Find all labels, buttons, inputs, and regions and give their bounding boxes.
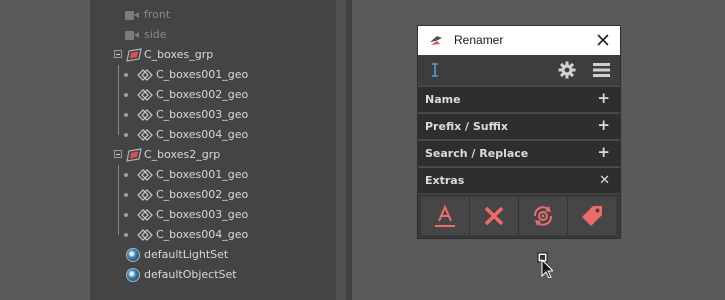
collapse-toggle-icon[interactable] (114, 50, 122, 58)
section-name[interactable]: Name + (418, 86, 620, 112)
plus-icon[interactable]: + (597, 118, 610, 133)
camera-label: front (144, 8, 171, 21)
window-titlebar[interactable]: Renamer (418, 26, 620, 55)
close-icon[interactable]: ✕ (599, 173, 610, 188)
outliner-row-set[interactable]: defaultLightSet (90, 245, 336, 265)
outliner-row-geo[interactable]: C_boxes004_geo (90, 225, 336, 245)
window-title: Renamer (454, 33, 504, 47)
tree-dot (124, 133, 128, 137)
section-label: Prefix / Suffix (425, 120, 508, 133)
tag-button[interactable] (568, 197, 616, 235)
outliner-row-geo[interactable]: C_boxes004_geo (90, 125, 336, 145)
outliner-row-camera-front[interactable]: front (90, 5, 336, 25)
section-label: Name (425, 93, 461, 106)
camera-icon (125, 11, 139, 20)
geo-label: C_boxes004_geo (156, 128, 249, 141)
section-extras[interactable]: Extras ✕ (418, 167, 620, 193)
renamer-logo-icon (430, 36, 442, 45)
outliner-row-geo[interactable]: C_boxes001_geo (90, 165, 336, 185)
mesh-icon (137, 229, 153, 241)
geo-label: C_boxes003_geo (156, 208, 249, 221)
outliner-row-set[interactable]: defaultObjectSet (90, 265, 336, 285)
tree-dot (124, 213, 128, 217)
group-label: C_boxes2_grp (144, 148, 221, 161)
set-label: defaultObjectSet (144, 268, 237, 281)
geo-label: C_boxes001_geo (156, 68, 249, 81)
transform-group-icon (126, 148, 142, 162)
delete-x-icon (484, 206, 504, 226)
section-label: Search / Replace (425, 147, 529, 160)
letter-case-button[interactable] (421, 197, 470, 235)
outliner-row-camera-side[interactable]: side (90, 25, 336, 45)
set-label: defaultLightSet (144, 248, 229, 261)
camera-icon (125, 31, 139, 40)
section-prefix-suffix[interactable]: Prefix / Suffix + (418, 113, 620, 139)
hamburger-menu-icon[interactable] (593, 63, 610, 77)
gear-icon[interactable] (558, 61, 576, 79)
mesh-icon (137, 209, 153, 221)
tree-dot (124, 173, 128, 177)
text-cursor-icon[interactable] (430, 62, 440, 78)
tree-dot (124, 73, 128, 77)
geo-label: C_boxes002_geo (156, 88, 249, 101)
geo-label: C_boxes004_geo (156, 228, 249, 241)
outliner-row-geo[interactable]: C_boxes001_geo (90, 65, 336, 85)
section-label: Extras (425, 174, 465, 187)
renamer-toolbar (418, 55, 620, 85)
mesh-icon (137, 129, 153, 141)
mesh-icon (137, 69, 153, 81)
plus-icon[interactable]: + (597, 91, 610, 106)
remove-button[interactable] (470, 197, 519, 235)
tag-icon (582, 206, 602, 226)
camera-label: side (144, 28, 167, 41)
collapse-toggle-icon[interactable] (114, 150, 122, 158)
outliner-row-geo[interactable]: C_boxes003_geo (90, 205, 336, 225)
mesh-icon (137, 89, 153, 101)
tree-dot (124, 193, 128, 197)
group-label: C_boxes_grp (144, 48, 214, 61)
object-set-icon (126, 248, 140, 262)
close-icon[interactable] (595, 32, 611, 48)
outliner-row-geo[interactable]: C_boxes003_geo (90, 105, 336, 125)
mouse-pointer-icon (537, 252, 553, 278)
tree-dot (124, 113, 128, 117)
outliner-splitter[interactable] (336, 0, 346, 300)
mesh-icon (137, 189, 153, 201)
geo-label: C_boxes002_geo (156, 188, 249, 201)
geo-label: C_boxes003_geo (156, 108, 249, 121)
object-set-icon (126, 268, 140, 282)
tree-dot (124, 233, 128, 237)
section-search-replace[interactable]: Search / Replace + (418, 140, 620, 166)
outliner-row-geo[interactable]: C_boxes002_geo (90, 85, 336, 105)
left-margin (0, 0, 90, 300)
cycle-gear-icon (533, 206, 553, 226)
plus-icon[interactable]: + (597, 145, 610, 160)
mesh-icon (137, 169, 153, 181)
mesh-icon (137, 109, 153, 121)
transform-group-icon (126, 48, 142, 62)
letter-underline-icon (435, 204, 455, 227)
refresh-button[interactable] (519, 197, 568, 235)
outliner-row-group[interactable]: C_boxes_grp (90, 45, 336, 65)
extras-toolbar (418, 194, 620, 238)
outliner-row-geo[interactable]: C_boxes002_geo (90, 185, 336, 205)
outliner-row-group[interactable]: C_boxes2_grp (90, 145, 336, 165)
renamer-window: Renamer Name + Prefix / Suffix + Search … (418, 26, 620, 238)
geo-label: C_boxes001_geo (156, 168, 249, 181)
tree-dot (124, 93, 128, 97)
